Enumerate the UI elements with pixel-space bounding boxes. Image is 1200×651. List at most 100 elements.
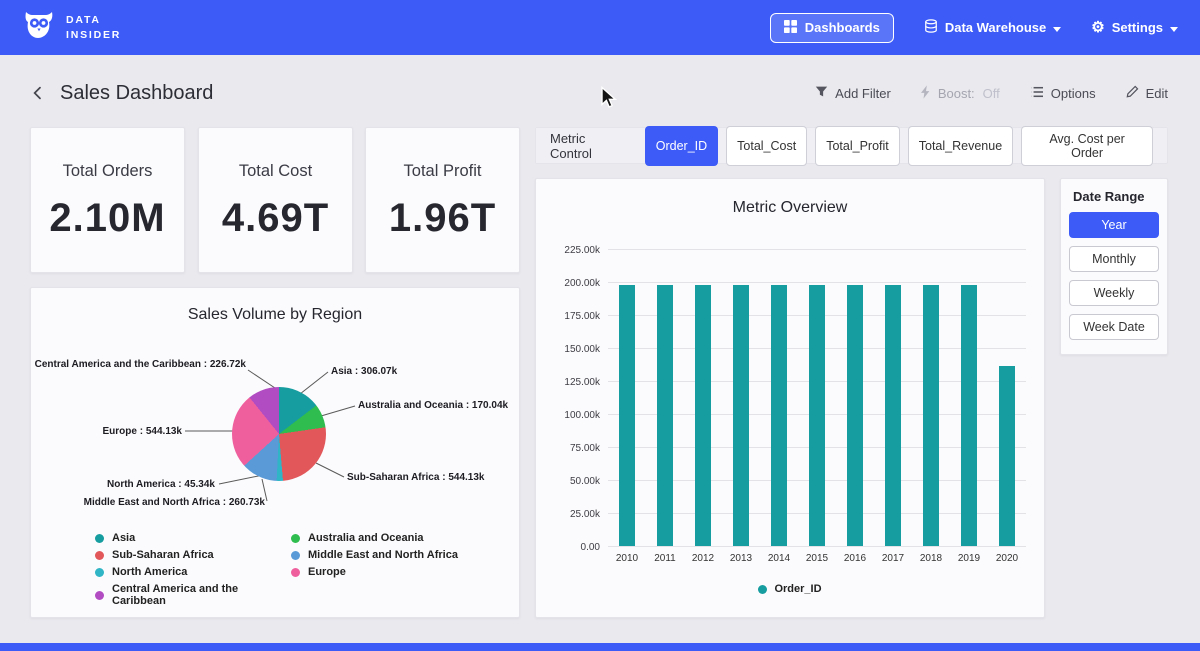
bar-2011[interactable] (657, 285, 673, 546)
edit-button[interactable]: Edit (1126, 85, 1168, 101)
date-range-buttons: Year Monthly Weekly Week Date (1061, 212, 1167, 340)
pie-title: Sales Volume by Region (31, 306, 519, 324)
bar-xlabels: 2010201120122013201420152016201720182019… (608, 553, 1026, 564)
chevron-down-icon (1053, 20, 1061, 35)
bar-2015[interactable] (809, 285, 825, 546)
sales-volume-card: Sales Volume by Region Asia : 306.07k Au… (30, 287, 520, 618)
back-button[interactable] (30, 85, 46, 101)
options-label: Options (1051, 86, 1096, 101)
bar-plot: 2010201120122013201420152016201720182019… (608, 249, 1026, 546)
x-tick-label: 2012 (687, 553, 719, 564)
bar-2014[interactable] (771, 285, 787, 546)
pie-label-asia: Asia : 306.07k (331, 366, 397, 377)
metric-control-buttons: Order_IDTotal_CostTotal_ProfitTotal_Reve… (645, 126, 1153, 166)
legend-dot-icon (291, 534, 300, 543)
bar-2018[interactable] (923, 285, 939, 546)
add-filter-label: Add Filter (835, 86, 891, 101)
y-tick-label: 75.00k (546, 443, 600, 454)
date-range-button-year[interactable]: Year (1069, 212, 1159, 238)
kpi-card-total-cost: Total Cost 4.69T (198, 127, 353, 273)
add-filter-button[interactable]: Add Filter (815, 85, 891, 101)
pie-legend-item-europe[interactable]: Europe (291, 566, 487, 578)
pie-label-australia-and-oceania: Australia and Oceania : 170.04k (358, 400, 508, 411)
pie-legend-label: Central America and the Caribbean (112, 583, 291, 607)
bar-2010[interactable] (619, 285, 635, 546)
kpi-label: Total Cost (199, 162, 352, 181)
bar-2019[interactable] (961, 285, 977, 546)
owl-logo-icon (22, 10, 56, 45)
pie-legend-item-middle-east-and-north-africa[interactable]: Middle East and North Africa (291, 549, 487, 561)
metric-overview-card: Metric Overview 201020112012201320142015… (535, 178, 1045, 618)
nav-data-warehouse[interactable]: Data Warehouse (924, 19, 1061, 36)
bar-2012[interactable] (695, 285, 711, 546)
bar-series (608, 249, 1026, 546)
pie-legend-label: Sub-Saharan Africa (112, 549, 214, 561)
boost-label: Boost: (938, 86, 975, 101)
brand-line2: INSIDER (66, 28, 121, 42)
pie-label-north-america: North America : 45.34k (107, 479, 215, 490)
legend-dot-icon (95, 568, 104, 577)
legend-dot-icon (95, 551, 104, 560)
database-icon (924, 19, 938, 36)
nav-settings[interactable]: ⚙ Settings (1091, 20, 1178, 35)
gridline: 0.00 (608, 546, 1026, 547)
x-tick-label: 2016 (839, 553, 871, 564)
nav-data-warehouse-label: Data Warehouse (945, 20, 1046, 35)
metric-button-total-revenue[interactable]: Total_Revenue (908, 126, 1013, 166)
options-button[interactable]: Options (1030, 86, 1096, 101)
x-tick-label: 2019 (953, 553, 985, 564)
x-tick-label: 2013 (725, 553, 757, 564)
date-range-label: Date Range (1061, 179, 1167, 204)
metric-button-total-profit[interactable]: Total_Profit (815, 126, 900, 166)
metric-button-avg-cost-per-order[interactable]: Avg. Cost per Order (1021, 126, 1153, 166)
legend-dot-icon (291, 568, 300, 577)
page-title: Sales Dashboard (60, 82, 213, 105)
pie-legend-item-asia[interactable]: Asia (95, 532, 291, 544)
pie-label-central-america-and-the-caribbean: Central America and the Caribbean : 226.… (35, 359, 246, 370)
pie-legend-item-central-america-and-the-caribbean[interactable]: Central America and the Caribbean (95, 583, 291, 607)
bar-2016[interactable] (847, 285, 863, 546)
brand-logo[interactable]: DATA INSIDER (22, 10, 121, 45)
y-tick-label: 100.00k (546, 410, 600, 421)
pie-legend-label: North America (112, 566, 187, 578)
metric-button-order-id[interactable]: Order_ID (645, 126, 718, 166)
pencil-icon (1126, 85, 1139, 101)
date-range-button-week-date[interactable]: Week Date (1069, 314, 1159, 340)
kpi-value: 1.96T (366, 196, 519, 241)
pie-chart[interactable] (232, 387, 326, 481)
pie-legend-item-australia-and-oceania[interactable]: Australia and Oceania (291, 532, 487, 544)
x-tick-label: 2010 (611, 553, 643, 564)
pie-legend-column: Australia and Oceania Middle East and Nor… (291, 532, 487, 607)
y-tick-label: 175.00k (546, 311, 600, 322)
boost-value: Off (983, 86, 1000, 101)
legend-dot-icon (95, 591, 104, 600)
y-tick-label: 50.00k (546, 476, 600, 487)
chart-title: Metric Overview (536, 199, 1044, 217)
gear-icon: ⚙ (1091, 20, 1104, 35)
boost-toggle[interactable]: Boost: Off (921, 85, 1000, 102)
kpi-label: Total Orders (31, 162, 184, 181)
options-list-icon (1030, 86, 1044, 101)
header-actions: Add Filter Boost: Off Options Edit (815, 85, 1168, 102)
edit-label: Edit (1146, 86, 1168, 101)
date-range-button-monthly[interactable]: Monthly (1069, 246, 1159, 272)
y-tick-label: 0.00 (546, 542, 600, 553)
x-tick-label: 2011 (649, 553, 681, 564)
metric-control-label: Metric Control (550, 131, 631, 161)
kpi-label: Total Profit (366, 162, 519, 181)
bar-2013[interactable] (733, 285, 749, 546)
kpi-card-total-profit: Total Profit 1.96T (365, 127, 520, 273)
pie-legend-label: Europe (308, 566, 346, 578)
chevron-down-icon (1170, 20, 1178, 35)
date-range-button-weekly[interactable]: Weekly (1069, 280, 1159, 306)
bar-2020[interactable] (999, 366, 1015, 546)
legend-dot-icon (95, 534, 104, 543)
legend-dot-icon (758, 585, 767, 594)
pie-legend-item-north-america[interactable]: North America (95, 566, 291, 578)
kpi-value: 4.69T (199, 196, 352, 241)
bar-2017[interactable] (885, 285, 901, 546)
nav-dashboards[interactable]: Dashboards (770, 13, 894, 43)
y-tick-label: 125.00k (546, 377, 600, 388)
metric-button-total-cost[interactable]: Total_Cost (726, 126, 807, 166)
pie-legend-item-sub-saharan-africa[interactable]: Sub-Saharan Africa (95, 549, 291, 561)
